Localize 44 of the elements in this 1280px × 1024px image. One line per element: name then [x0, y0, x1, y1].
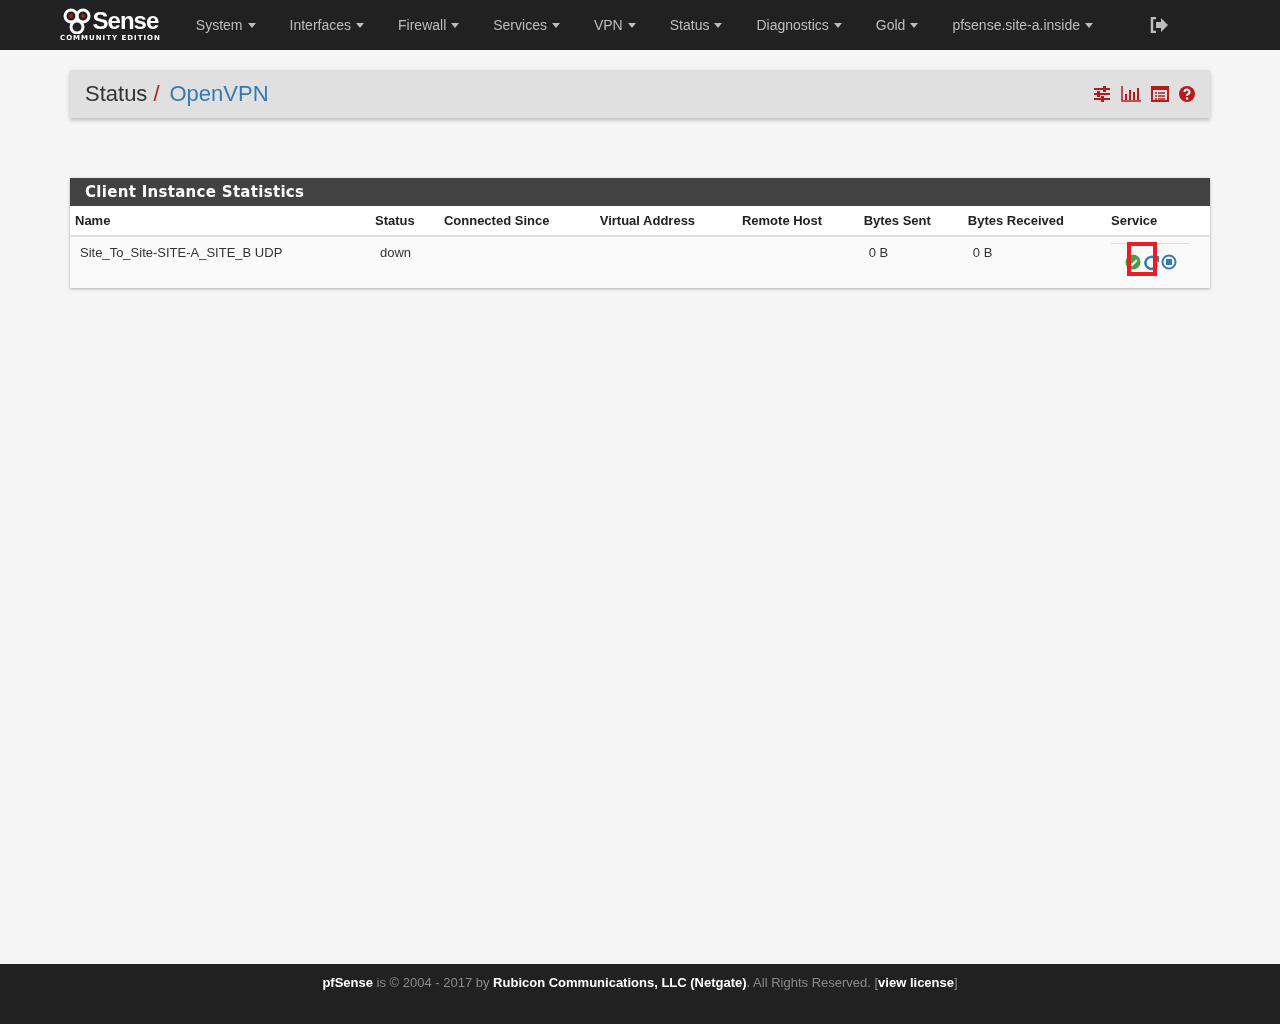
caret-icon — [1085, 22, 1094, 28]
column-header: Service — [1106, 206, 1210, 236]
nav-menu[interactable]: Services — [476, 17, 577, 33]
view-license-link[interactable]: view license — [878, 975, 954, 990]
column-header: Connected Since — [438, 206, 595, 236]
nav-menu[interactable]: pfsense.site-a.inside — [935, 17, 1111, 33]
breadcrumb-section[interactable]: Status — [85, 81, 148, 107]
nav-menu[interactable]: VPN — [576, 17, 653, 33]
breadcrumb-separator: / — [153, 81, 160, 107]
logo-circles-icon — [62, 8, 93, 34]
sliders-icon[interactable] — [1093, 86, 1111, 102]
stop-circle-icon[interactable] — [1160, 254, 1177, 270]
caret-icon — [356, 22, 364, 28]
nav-menu[interactable]: Status — [652, 17, 740, 33]
logout-icon[interactable] — [1150, 17, 1169, 33]
check-circle-icon[interactable] — [1124, 254, 1141, 270]
bytes-sent-cell: 0 B — [858, 236, 963, 288]
name-cell: Site_To_Site-SITE-A_SITE_B UDP — [70, 236, 370, 288]
bytes-received-cell: 0 B — [962, 236, 1106, 288]
list-window-icon[interactable] — [1151, 86, 1169, 102]
bar-chart-icon[interactable] — [1121, 86, 1141, 102]
footer-text: pfSense is © 2004 - 2017 by Rubicon Communications, LLC (Netgate). All Rights Reserved. [view license] — [322, 975, 958, 992]
nav-menu[interactable]: Firewall — [381, 17, 477, 33]
nav-menu[interactable]: System — [178, 17, 273, 33]
caret-icon — [551, 22, 560, 28]
column-header: Name — [70, 206, 370, 236]
caret-icon — [451, 22, 460, 28]
restart-icon[interactable] — [1141, 254, 1160, 272]
status-cell: down — [370, 236, 439, 288]
nav-menu[interactable]: Gold — [858, 17, 936, 33]
help-icon[interactable] — [1179, 86, 1195, 102]
nav-menu[interactable]: Diagnostics — [739, 17, 859, 33]
column-header: Remote Host — [736, 206, 859, 236]
column-header: Status — [370, 206, 439, 236]
column-header: Bytes Received — [962, 206, 1106, 236]
caret-icon — [910, 22, 919, 28]
panel-title: Client Instance Statistics — [70, 178, 1210, 206]
column-header: Virtual Address — [594, 206, 737, 236]
caret-icon — [714, 22, 723, 28]
caret-icon — [833, 22, 842, 28]
caret-icon — [627, 22, 636, 28]
caret-icon — [247, 22, 256, 28]
column-header: Bytes Sent — [858, 206, 963, 236]
nav-menu[interactable]: Interfaces — [272, 17, 381, 33]
